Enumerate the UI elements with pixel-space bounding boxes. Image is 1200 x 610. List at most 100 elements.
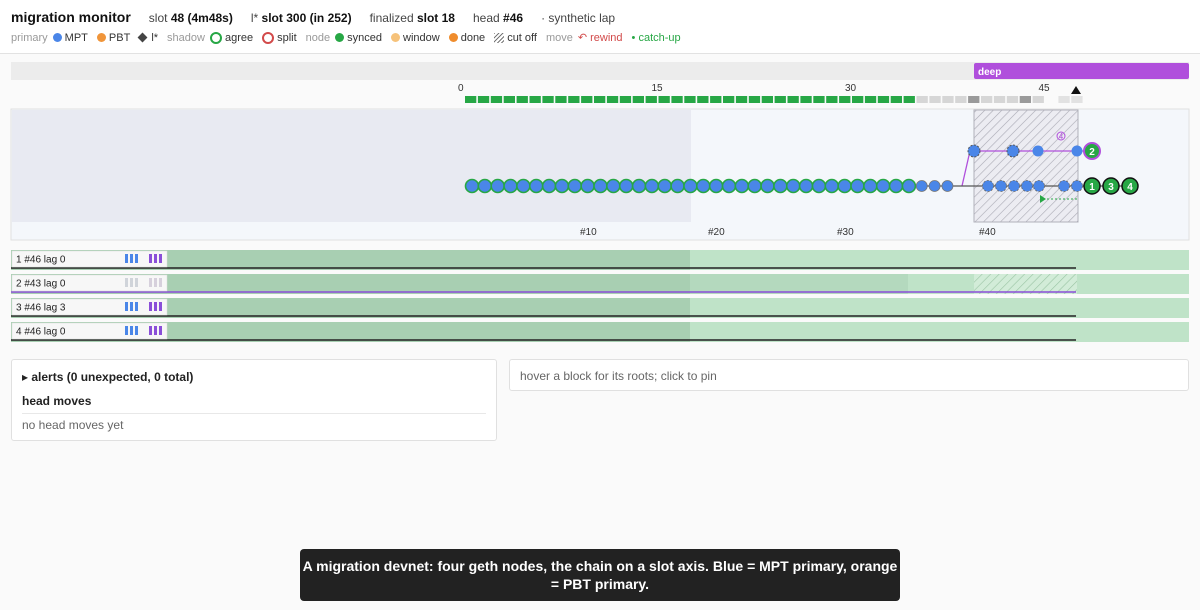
chain-block[interactable] bbox=[631, 178, 647, 194]
chain-block[interactable] bbox=[888, 178, 904, 194]
chain-block[interactable] bbox=[1033, 180, 1045, 192]
chain-block[interactable] bbox=[875, 178, 891, 194]
chain-block[interactable] bbox=[798, 178, 814, 194]
slot-block[interactable] bbox=[968, 96, 980, 103]
slot-block[interactable] bbox=[503, 96, 515, 103]
slot-block[interactable] bbox=[813, 96, 825, 103]
slot-block[interactable] bbox=[632, 96, 644, 103]
slot-block[interactable] bbox=[542, 96, 554, 103]
chain-block[interactable] bbox=[1071, 180, 1083, 192]
chain-block[interactable] bbox=[567, 178, 583, 194]
node-row-1[interactable]: 1 #46 lag 0 bbox=[11, 250, 1189, 270]
chain-block[interactable] bbox=[695, 178, 711, 194]
chain-block[interactable] bbox=[477, 178, 493, 194]
chain-block[interactable] bbox=[606, 178, 621, 194]
chain-block[interactable] bbox=[580, 178, 595, 194]
slot-block[interactable] bbox=[1019, 96, 1031, 103]
slot-block[interactable] bbox=[1058, 96, 1070, 103]
node-row-4[interactable]: 4 #46 lag 0 bbox=[11, 322, 1189, 342]
chain-block[interactable] bbox=[915, 180, 928, 192]
chain-block[interactable] bbox=[618, 178, 634, 194]
chain-block[interactable] bbox=[1058, 180, 1070, 192]
chain-block[interactable] bbox=[657, 178, 673, 194]
chain-block[interactable] bbox=[1021, 180, 1033, 192]
slot-block[interactable] bbox=[1032, 96, 1044, 103]
chain-block[interactable] bbox=[708, 178, 724, 194]
chain-block[interactable] bbox=[773, 178, 788, 194]
chain-block[interactable] bbox=[503, 178, 518, 194]
slot-block[interactable] bbox=[761, 96, 773, 103]
slot-block[interactable] bbox=[697, 96, 709, 103]
slot-block[interactable] bbox=[877, 96, 890, 103]
branch-block[interactable] bbox=[1032, 145, 1044, 157]
slot-block[interactable] bbox=[555, 96, 567, 103]
slot-block[interactable] bbox=[710, 96, 722, 103]
chain-block[interactable] bbox=[1008, 180, 1020, 192]
slot-block[interactable] bbox=[671, 96, 683, 103]
slot-block[interactable] bbox=[916, 96, 928, 103]
slot-block[interactable] bbox=[955, 96, 967, 103]
slot-block[interactable] bbox=[826, 96, 838, 103]
chain-block[interactable] bbox=[941, 180, 954, 192]
slot-block[interactable] bbox=[581, 96, 593, 103]
slot-block[interactable] bbox=[864, 96, 877, 103]
chain-block[interactable] bbox=[811, 178, 827, 194]
chain-block[interactable] bbox=[928, 180, 941, 192]
branch-block[interactable] bbox=[1006, 144, 1020, 158]
slot-block[interactable] bbox=[800, 96, 812, 103]
slot-block[interactable] bbox=[490, 96, 503, 103]
chain-block[interactable] bbox=[982, 180, 994, 192]
slot-block[interactable] bbox=[645, 96, 657, 103]
chain-block[interactable] bbox=[785, 178, 801, 194]
slot-block[interactable] bbox=[748, 96, 761, 103]
chain-block[interactable] bbox=[863, 178, 878, 194]
slot-block[interactable] bbox=[568, 96, 580, 103]
node-row-2[interactable]: 2 #43 lag 0 bbox=[11, 274, 1189, 294]
slot-block[interactable] bbox=[529, 96, 541, 103]
node-badge-3[interactable]: 3 bbox=[1102, 177, 1120, 195]
slot-block[interactable] bbox=[787, 96, 799, 103]
chain-block[interactable] bbox=[464, 178, 480, 194]
slot-block[interactable] bbox=[658, 96, 670, 103]
branch-block[interactable] bbox=[1071, 145, 1083, 157]
slot-block[interactable] bbox=[516, 96, 528, 103]
chain-block[interactable] bbox=[995, 180, 1007, 192]
slot-block[interactable] bbox=[774, 96, 786, 103]
chain-block[interactable] bbox=[644, 178, 660, 194]
chain-block[interactable] bbox=[824, 178, 840, 194]
chain-block[interactable] bbox=[528, 178, 544, 194]
chain-block[interactable] bbox=[683, 178, 698, 194]
slot-block[interactable] bbox=[735, 96, 748, 103]
slot-block[interactable] bbox=[465, 96, 477, 103]
slot-block[interactable] bbox=[929, 96, 941, 103]
chain-block[interactable] bbox=[747, 178, 763, 194]
slot-block[interactable] bbox=[942, 96, 954, 103]
node-row-3[interactable]: 3 #46 lag 3 bbox=[11, 298, 1189, 318]
chain-block[interactable] bbox=[593, 178, 608, 194]
chain-block[interactable] bbox=[670, 178, 685, 194]
slot-block[interactable] bbox=[903, 96, 915, 103]
slot-block[interactable] bbox=[1071, 96, 1083, 103]
slot-block[interactable] bbox=[606, 96, 619, 103]
slot-block[interactable] bbox=[993, 96, 1006, 103]
node-badge-1[interactable]: 1 bbox=[1083, 177, 1101, 195]
chain-block[interactable] bbox=[721, 178, 737, 194]
chain-block[interactable] bbox=[734, 178, 750, 194]
chain-block[interactable] bbox=[516, 178, 531, 194]
slot-block[interactable] bbox=[477, 96, 490, 103]
chain-block[interactable] bbox=[760, 178, 775, 194]
chain-block[interactable] bbox=[850, 178, 865, 194]
slot-block[interactable] bbox=[890, 96, 902, 103]
alerts-toggle[interactable]: ▸ alerts (0 unexpected, 0 total) bbox=[22, 370, 193, 384]
chain-block[interactable] bbox=[541, 178, 557, 194]
chain-block[interactable] bbox=[837, 178, 852, 194]
slot-block[interactable] bbox=[981, 96, 993, 103]
node-badge-2[interactable]: 2 bbox=[1083, 142, 1101, 160]
chain-block[interactable] bbox=[490, 178, 506, 194]
node-badge-4[interactable]: 4 bbox=[1121, 177, 1139, 195]
chain-block[interactable] bbox=[554, 178, 570, 194]
slot-block[interactable] bbox=[619, 96, 632, 103]
slot-block[interactable] bbox=[839, 96, 851, 103]
slot-block[interactable] bbox=[852, 96, 864, 103]
chain-block[interactable] bbox=[901, 178, 917, 194]
